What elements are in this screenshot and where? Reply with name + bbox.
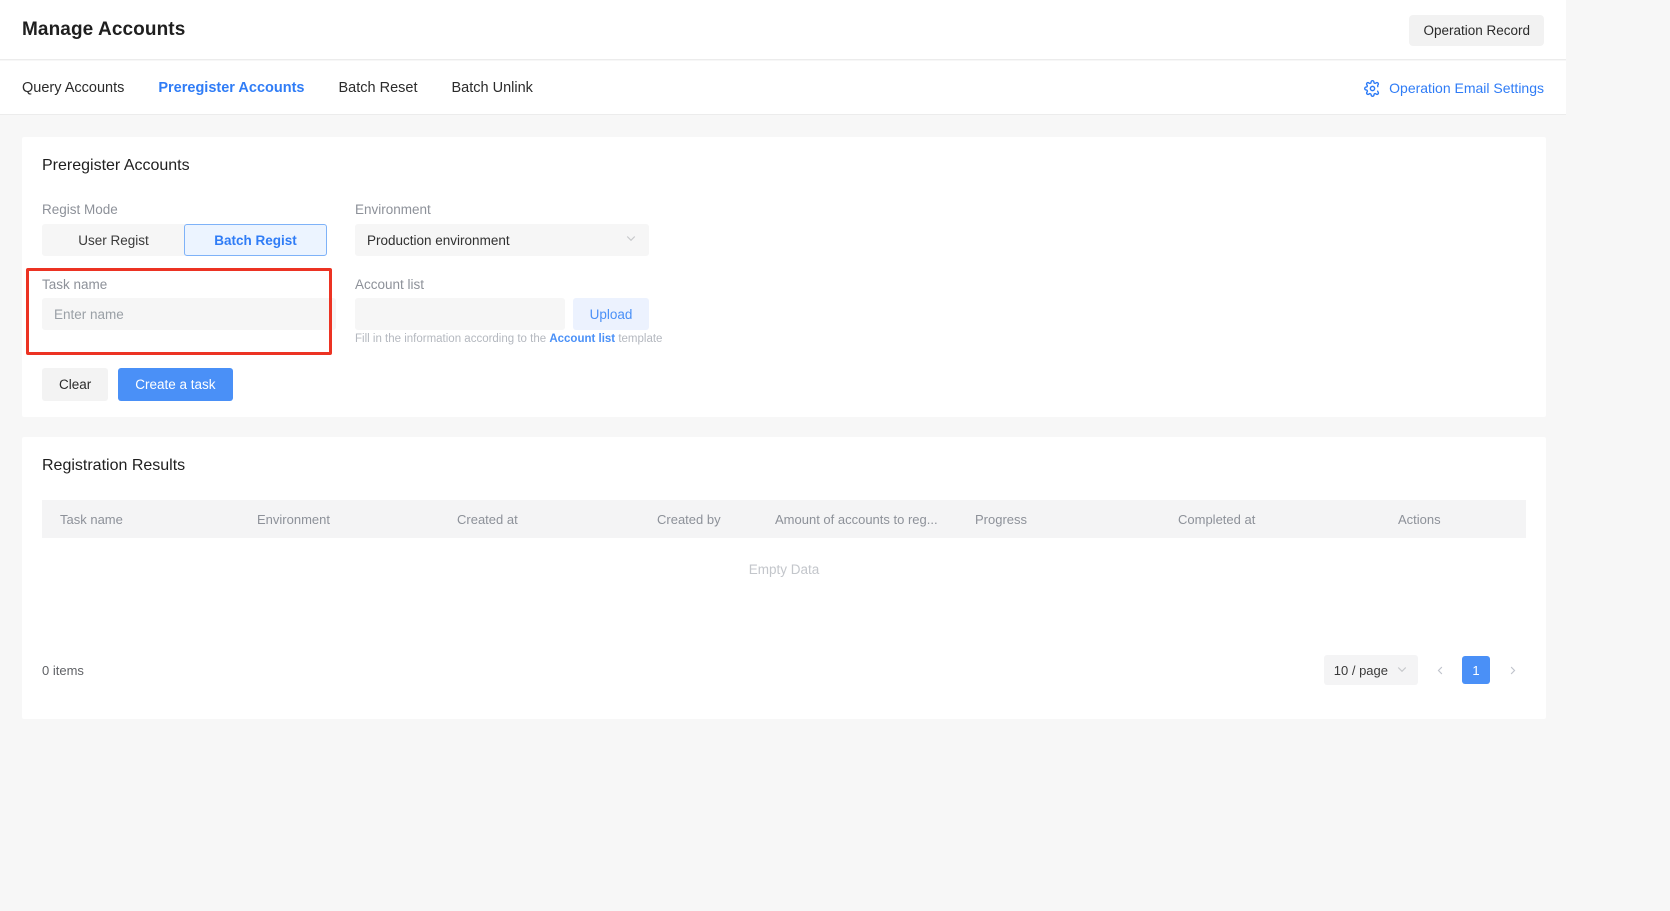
operation-record-button[interactable]: Operation Record: [1409, 15, 1544, 46]
account-list-template-link[interactable]: Account list: [549, 333, 615, 345]
page-title: Manage Accounts: [22, 18, 186, 40]
table-column-header: Actions: [1398, 511, 1441, 527]
task-name-label: Task name: [42, 277, 108, 292]
tab-query-accounts[interactable]: Query Accounts: [22, 80, 124, 96]
page-root: Manage Accounts Operation Record Query A…: [0, 0, 1670, 911]
form-action-buttons: Clear Create a task: [42, 368, 233, 401]
table-column-header: Progress: [975, 511, 1028, 527]
table-column-header: Created by: [657, 511, 721, 527]
account-list-hint: Fill in the information according to the…: [355, 333, 662, 345]
results-card-title: Registration Results: [42, 457, 186, 474]
form-card-title: Preregister Accounts: [42, 157, 190, 174]
upload-button[interactable]: Upload: [573, 298, 649, 330]
page-size-select[interactable]: 10 / page: [1323, 655, 1418, 685]
chevron-left-icon[interactable]: [1426, 656, 1454, 684]
account-list-label: Account list: [355, 277, 425, 292]
table-column-header: Amount of accounts to reg...: [775, 511, 938, 527]
chevron-right-icon[interactable]: [1498, 656, 1526, 684]
right-gutter: [1566, 0, 1670, 911]
empty-data-text: Empty Data: [748, 562, 820, 577]
items-count-label: 0 items: [42, 662, 84, 678]
table-column-header: Environment: [257, 511, 330, 527]
table-column-header: Created at: [457, 511, 518, 527]
regist-mode-user-regist-option[interactable]: User Regist: [42, 224, 185, 256]
results-table-header: Task name Environment Created at Created by…: [42, 500, 1526, 538]
preregister-form-card: Preregister Accounts: [22, 137, 1546, 417]
tab-list: Query Accounts Preregister Accounts Batc…: [22, 80, 567, 96]
top-header: Manage Accounts Operation Record: [0, 0, 1566, 60]
tab-bar: Query Accounts Preregister Accounts Batc…: [0, 61, 1566, 115]
task-name-input[interactable]: [42, 298, 336, 330]
gear-icon: [1364, 79, 1381, 97]
table-column-header: Completed at: [1178, 511, 1256, 527]
operation-email-settings-link[interactable]: Operation Email Settings: [1364, 61, 1544, 115]
account-list-hint-suffix: template: [615, 333, 663, 345]
operation-email-settings-label: Operation Email Settings: [1389, 80, 1544, 96]
account-list-hint-prefix: Fill in the information according to the: [355, 333, 550, 345]
pagination-controls: 10 / page 1: [1323, 655, 1526, 685]
regist-mode-label: Regist Mode: [42, 202, 118, 217]
regist-mode-segmented-control: User Regist Batch Regist: [42, 224, 327, 256]
create-task-button[interactable]: Create a task: [118, 368, 233, 401]
clear-button[interactable]: Clear: [42, 368, 109, 401]
environment-select-value: Production environment: [367, 232, 510, 248]
chevron-down-icon: [625, 231, 637, 249]
environment-label: Environment: [355, 202, 431, 217]
chevron-down-icon: [1396, 663, 1408, 678]
table-column-header: Task name: [60, 511, 123, 527]
environment-select[interactable]: Production environment: [355, 224, 649, 256]
tab-batch-unlink[interactable]: Batch Unlink: [452, 80, 533, 96]
page-number-1[interactable]: 1: [1462, 656, 1490, 684]
tab-batch-reset[interactable]: Batch Reset: [339, 80, 418, 96]
page-size-value: 10 / page: [1333, 662, 1388, 678]
regist-mode-batch-regist-option[interactable]: Batch Regist: [184, 224, 327, 256]
pagination-row: 0 items 10 / page 1: [42, 645, 1526, 695]
account-list-input[interactable]: [355, 298, 565, 330]
tab-preregister-accounts[interactable]: Preregister Accounts: [158, 80, 304, 96]
